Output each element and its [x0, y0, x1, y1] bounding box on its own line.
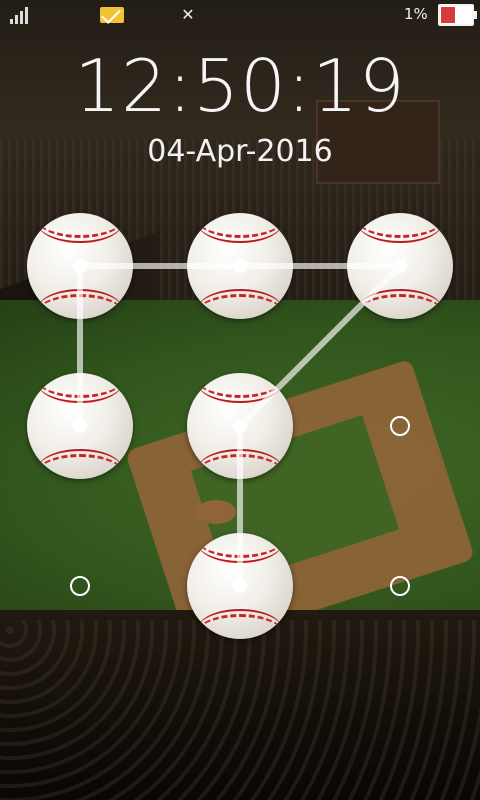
pattern-node-3-dot	[393, 259, 407, 273]
pattern-path	[77, 263, 403, 589]
pattern-node-7[interactable]	[70, 576, 90, 596]
pattern-node-5-dot	[233, 419, 247, 433]
pattern-node-1-dot	[73, 259, 87, 273]
pattern-node-4-dot	[73, 419, 87, 433]
pattern-node-2-dot	[233, 259, 247, 273]
pattern-node-8-dot	[233, 579, 247, 593]
pattern-lock-grid[interactable]	[0, 0, 480, 800]
pattern-segment	[237, 263, 403, 429]
pattern-node-9[interactable]	[390, 576, 410, 596]
pattern-node-6[interactable]	[390, 416, 410, 436]
